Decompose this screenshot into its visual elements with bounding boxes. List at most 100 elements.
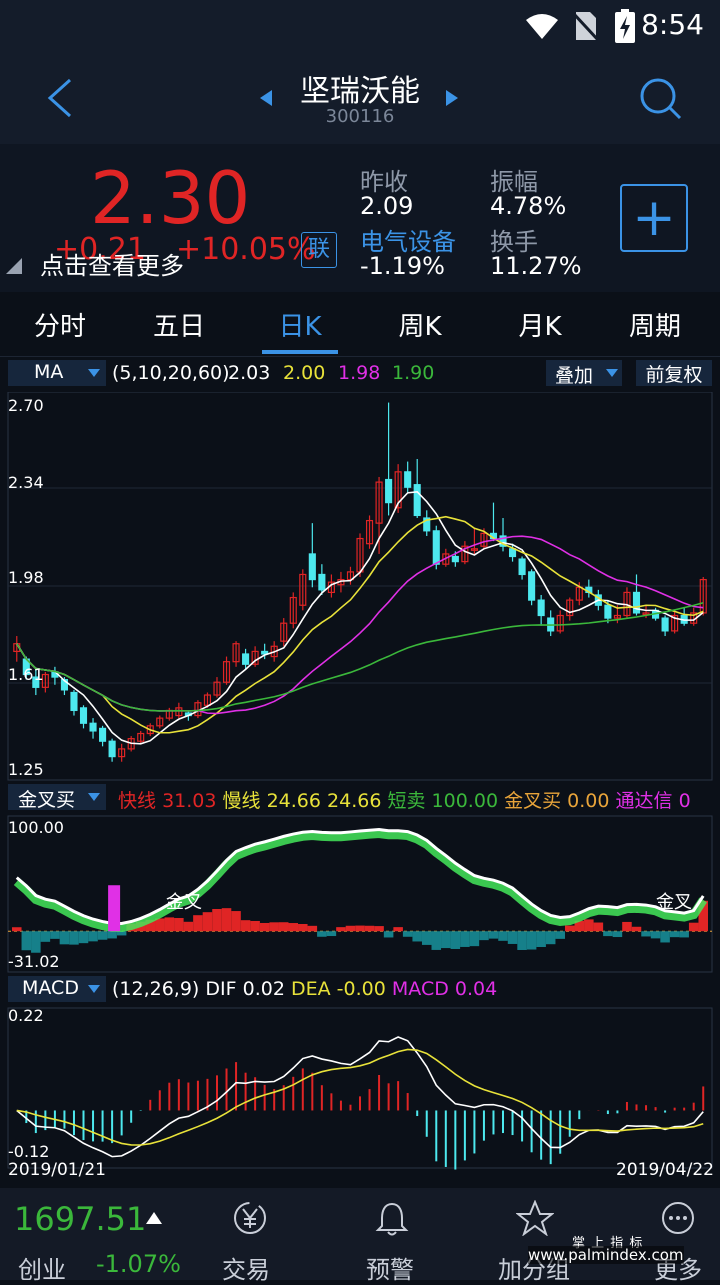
candle-body [528,571,536,601]
watermark-line2: www.palmindex.com [528,1246,684,1264]
indicator-bar [545,931,556,945]
sector-change: -1.19% [360,252,445,280]
indicator-bar [240,920,251,932]
candle-body [451,555,459,563]
indicator-bar [183,921,194,932]
indicator-bar [155,918,165,932]
indicator-bar [460,931,470,947]
add-watchlist-button[interactable]: + [620,184,688,252]
indicator-bar [364,925,375,932]
tab-five-day[interactable]: 五日 [124,306,234,343]
period-tabs: 分时 五日 日K 周K 月K 周期 [0,292,720,357]
nav-add-group[interactable]: 加分组 [494,1188,584,1284]
indicator-bar [584,919,594,932]
dropdown-icon [606,369,618,377]
indicator-bar [326,931,337,937]
ma5-line [16,491,704,745]
indicator-bar [498,931,508,941]
indicator-bar [536,931,546,948]
ma5-value: 2.03 [228,362,271,384]
gold-label: 金叉买 [504,790,562,812]
candle-body [604,604,612,619]
nav-more[interactable]: 更多 [640,1188,720,1284]
wifi-icon [526,14,558,39]
adjust-button[interactable]: 前复权 [636,360,712,386]
more-tip[interactable]: 点击查看更多 [40,246,184,281]
corner-arrow-icon [6,258,22,274]
price-axis-label: 2.34 [8,473,44,492]
indicator-bar [307,925,318,932]
indicator-bar [431,931,442,950]
fast-value: 31.03 [162,790,217,812]
indicator-bar [603,931,613,937]
indicator-bar [641,931,651,937]
star-icon [516,1200,554,1236]
indicator-selector[interactable]: 金叉买 [8,784,106,811]
dif-label: DIF [205,978,237,1000]
tab-period[interactable]: 周期 [600,306,710,343]
macd-selector[interactable]: MACD [8,976,106,1002]
tab-intraday[interactable]: 分时 [5,306,115,343]
fast-label: 快线 [118,790,157,812]
macd-values: (12,26,9) DIF 0.02 DEA -0.00 MACD 0.04 [112,978,497,1000]
bell-icon [375,1202,409,1236]
ma10-value: 2.00 [283,362,326,384]
ind-axis-top: 100.00 [8,818,64,837]
price-axis-label: 2.70 [8,396,44,415]
indicator-bar [97,931,108,940]
header-bar: 坚瑞沃能 300116 [0,52,720,144]
overlay-button[interactable]: 叠加 [546,360,622,387]
candle-body [661,617,669,632]
indicator-bar [374,926,384,932]
indicator-bar [355,925,365,932]
indicator-bar [412,931,422,942]
tab-monthly-k[interactable]: 月K [485,306,595,343]
candle-body [308,553,316,581]
dropdown-icon [88,369,100,377]
indicator-values: 快线 31.03 慢线 24.66 24.66 短卖 100.00 金叉买 0.… [118,786,691,813]
active-tab-indicator [262,350,338,354]
indicator-bar [59,931,70,945]
candle-body [385,478,393,504]
gold-cross-mark: 金叉 [166,892,202,913]
stock-code: 300116 [325,106,395,127]
amplitude-value: 4.78% [490,192,567,220]
last-price: 2.30 [90,156,251,240]
ma-selector[interactable]: MA [8,360,106,386]
next-stock-icon[interactable] [444,88,460,108]
no-sim-icon [574,12,598,42]
candle-body [318,573,326,591]
yen-cycle-icon [234,1202,266,1234]
ma20-value: 1.98 [338,362,381,384]
candle-body [99,727,107,742]
arrow-up-icon [146,1212,162,1224]
indicator-bar [317,931,327,937]
indicator-bar [31,931,41,953]
indicator-bar [517,931,527,950]
gold-value: 0.00 [567,790,610,812]
link-badge[interactable]: 联 [301,232,337,268]
search-icon[interactable] [638,76,684,122]
candle-body [242,653,250,665]
prev-close-value: 2.09 [360,192,414,220]
candle-body [537,599,545,617]
indicator-bar [564,925,575,932]
price-axis-label: 1.61 [8,665,44,684]
gold-cross-mark: 金叉 [656,892,692,913]
indicator-bar [631,926,642,932]
index-value[interactable]: 1697.51 [14,1200,146,1238]
indicator-selector-label: 金叉买 [18,789,76,811]
macd-value: 0.04 [454,978,498,1000]
tab-daily-k[interactable]: 日K [245,306,355,343]
indicator-bar [383,931,394,938]
dea-label: DEA [290,978,331,1000]
tab-weekly-k[interactable]: 周K [365,306,475,343]
indicator-bar [421,931,432,945]
nav-trade[interactable]: 交易 [210,1188,290,1284]
slow-value: 24.66 [266,790,321,812]
indicator-bar [174,918,184,932]
candle-body [518,558,526,576]
candle-body [70,691,78,712]
nav-alert[interactable]: 预警 [352,1188,432,1284]
macd-frame [7,1007,713,1169]
